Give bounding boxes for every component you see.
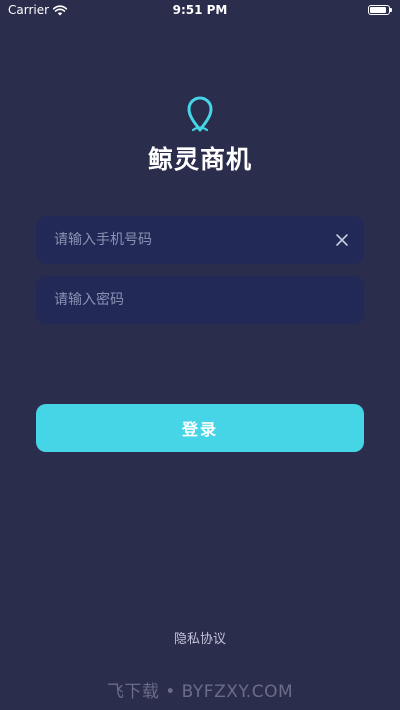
watermark-text: 飞下载 • BYFZXY.COM [106, 682, 294, 702]
status-time: 9:51 PM [172, 3, 228, 17]
password-field-container [36, 276, 364, 324]
login-button[interactable]: 登录 [36, 404, 364, 452]
battery-level-fill [370, 7, 386, 13]
phone-input[interactable] [54, 216, 324, 264]
phone-field-container [36, 216, 364, 264]
password-input[interactable] [54, 276, 324, 324]
status-bar: Carrier 9:51 PM [0, 0, 400, 22]
clear-icon[interactable] [332, 230, 352, 250]
app-title: 鲸灵商机 [147, 145, 252, 174]
drop-pin-logo-icon [187, 96, 213, 132]
battery-icon [368, 5, 392, 15]
privacy-policy-link[interactable]: 隐私协议 [0, 628, 400, 647]
